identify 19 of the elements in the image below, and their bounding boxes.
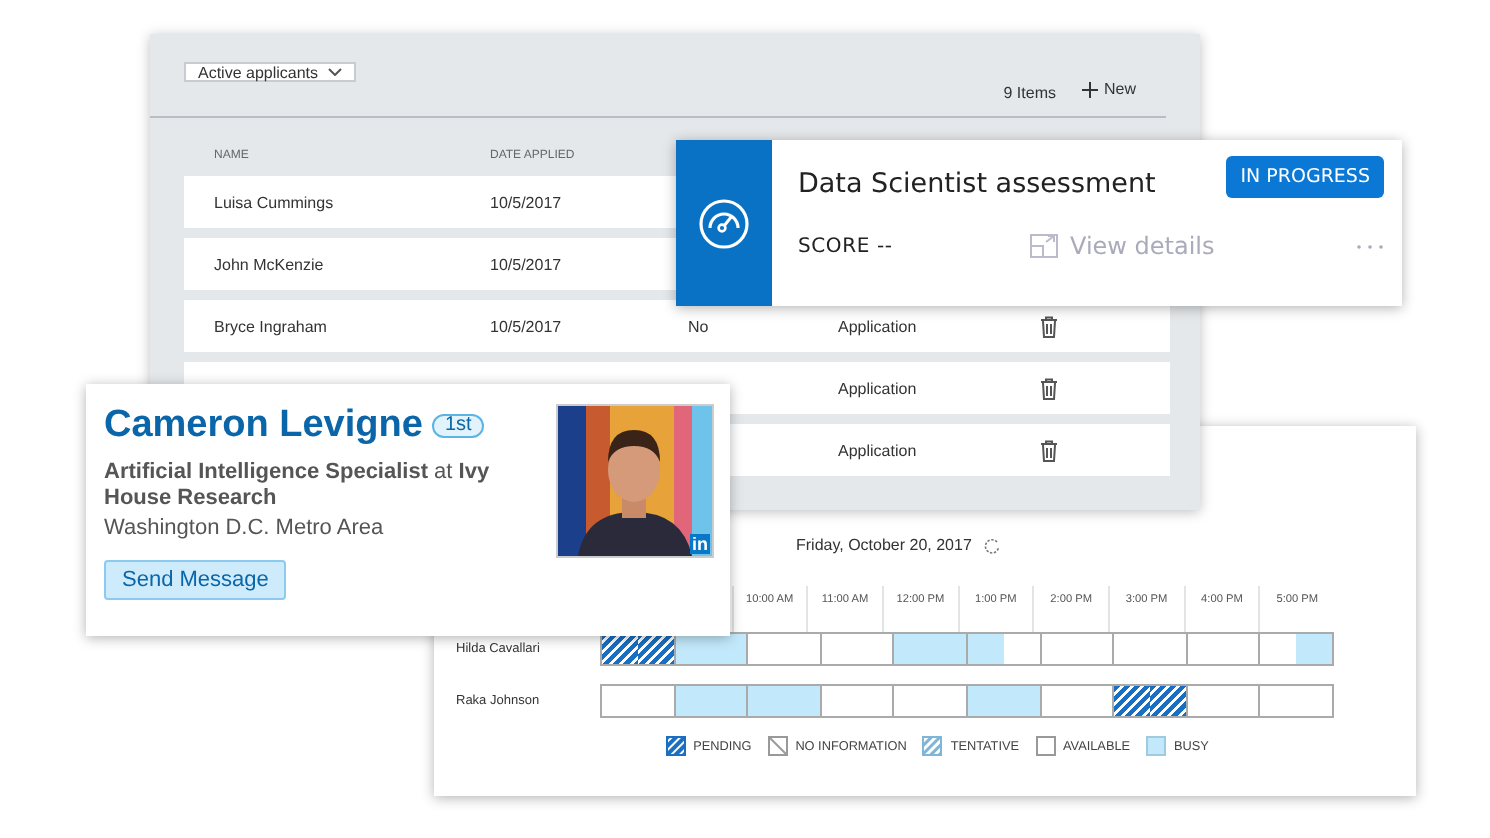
name-cell: John McKenzie xyxy=(214,255,324,273)
date-cell: 10/5/2017 xyxy=(490,193,562,211)
assessment-title: Data Scientist assessment xyxy=(798,168,1156,200)
stage-cell: Application xyxy=(838,317,917,335)
table-cell: No xyxy=(688,317,709,335)
profile-location: Washington D.C. Metro Area xyxy=(104,516,386,540)
profile-headline: Artificial Intelligence Specialist at Ivy House Research xyxy=(104,460,492,512)
date-cell: 10/5/2017 xyxy=(490,255,562,273)
date-cell: 10/5/2017 xyxy=(490,317,562,335)
connection-badge: 1st xyxy=(432,414,484,438)
status-badge: IN PROGRESS xyxy=(1226,156,1384,198)
stage-cell: Application xyxy=(838,441,917,459)
linkedin-badge: in xyxy=(690,534,710,554)
stage-cell: Application xyxy=(838,379,917,397)
schedule-date: Friday, October 20, 2017 xyxy=(796,536,972,554)
name-cell: Bryce Ingraham xyxy=(214,317,327,335)
item-count: 9 Items xyxy=(1003,84,1056,102)
name-cell: Luisa Cummings xyxy=(214,193,334,211)
score-label: SCORE -- xyxy=(798,235,895,257)
